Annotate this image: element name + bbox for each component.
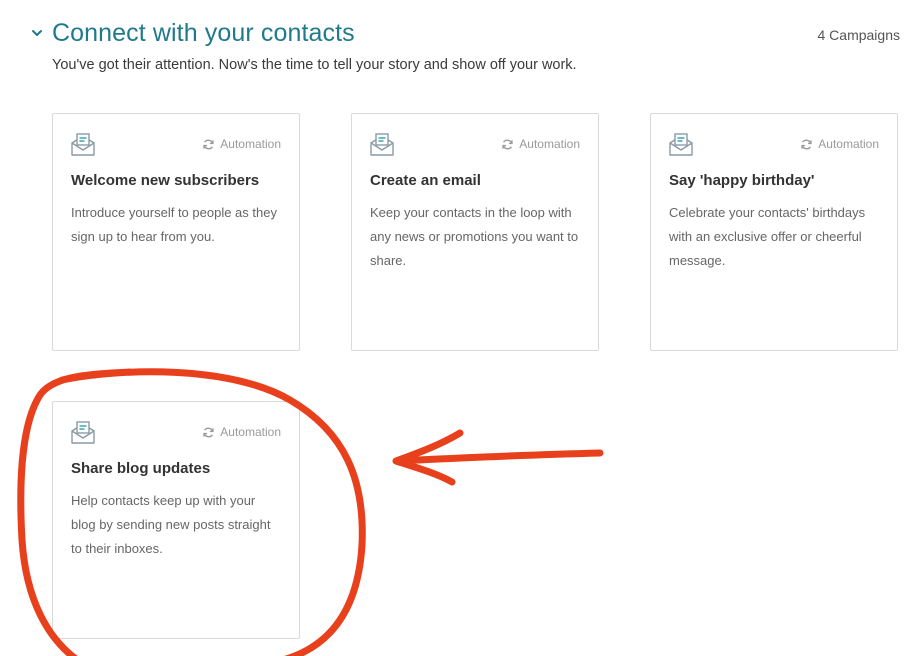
card-title: Create an email [370, 172, 481, 189]
card-type-badge: Automation [800, 137, 879, 151]
card-title: Say 'happy birthday' [669, 172, 815, 189]
card-description: Help contacts keep up with your blog by … [71, 493, 271, 556]
card-title: Share blog updates [71, 460, 211, 477]
campaign-card-happy-birthday[interactable]: Automation Say 'happy birthday' Celebrat… [650, 113, 898, 351]
envelope-icon [71, 133, 95, 156]
refresh-icon [801, 139, 812, 149]
card-type-badge: Automation [202, 425, 281, 439]
section-subtitle: You've got their attention. Now's the ti… [52, 57, 577, 73]
card-type-badge: Automation [501, 137, 580, 151]
campaign-card-create-email[interactable]: Automation Create an email Keep your con… [351, 113, 599, 351]
card-title: Welcome new subscribers [71, 172, 260, 189]
campaign-count: 4 Campaigns [817, 27, 901, 43]
chevron-down-icon[interactable] [30, 26, 44, 40]
card-description: Introduce yourself to people as they sig… [71, 205, 277, 244]
card-type-label: Automation [220, 425, 281, 439]
annotation-arrow [392, 429, 604, 486]
campaign-card-welcome[interactable]: Automation Welcome new subscribers Intro… [52, 113, 300, 351]
section-header: Connect with your contacts 4 Campaigns Y… [0, 0, 924, 100]
card-description: Keep your contacts in the loop with any … [370, 205, 579, 268]
envelope-icon [71, 421, 95, 444]
refresh-icon [502, 139, 513, 149]
card-type-label: Automation [519, 137, 580, 151]
refresh-icon [203, 139, 214, 149]
section-title[interactable]: Connect with your contacts [52, 19, 355, 48]
card-description: Celebrate your contacts' birthdays with … [669, 205, 866, 268]
refresh-icon [203, 427, 214, 437]
envelope-icon [669, 133, 693, 156]
card-type-label: Automation [220, 137, 281, 151]
card-type-label: Automation [818, 137, 879, 151]
campaign-card-share-blog[interactable]: Automation Share blog updates Help conta… [52, 401, 300, 639]
card-type-badge: Automation [202, 137, 281, 151]
envelope-icon [370, 133, 394, 156]
